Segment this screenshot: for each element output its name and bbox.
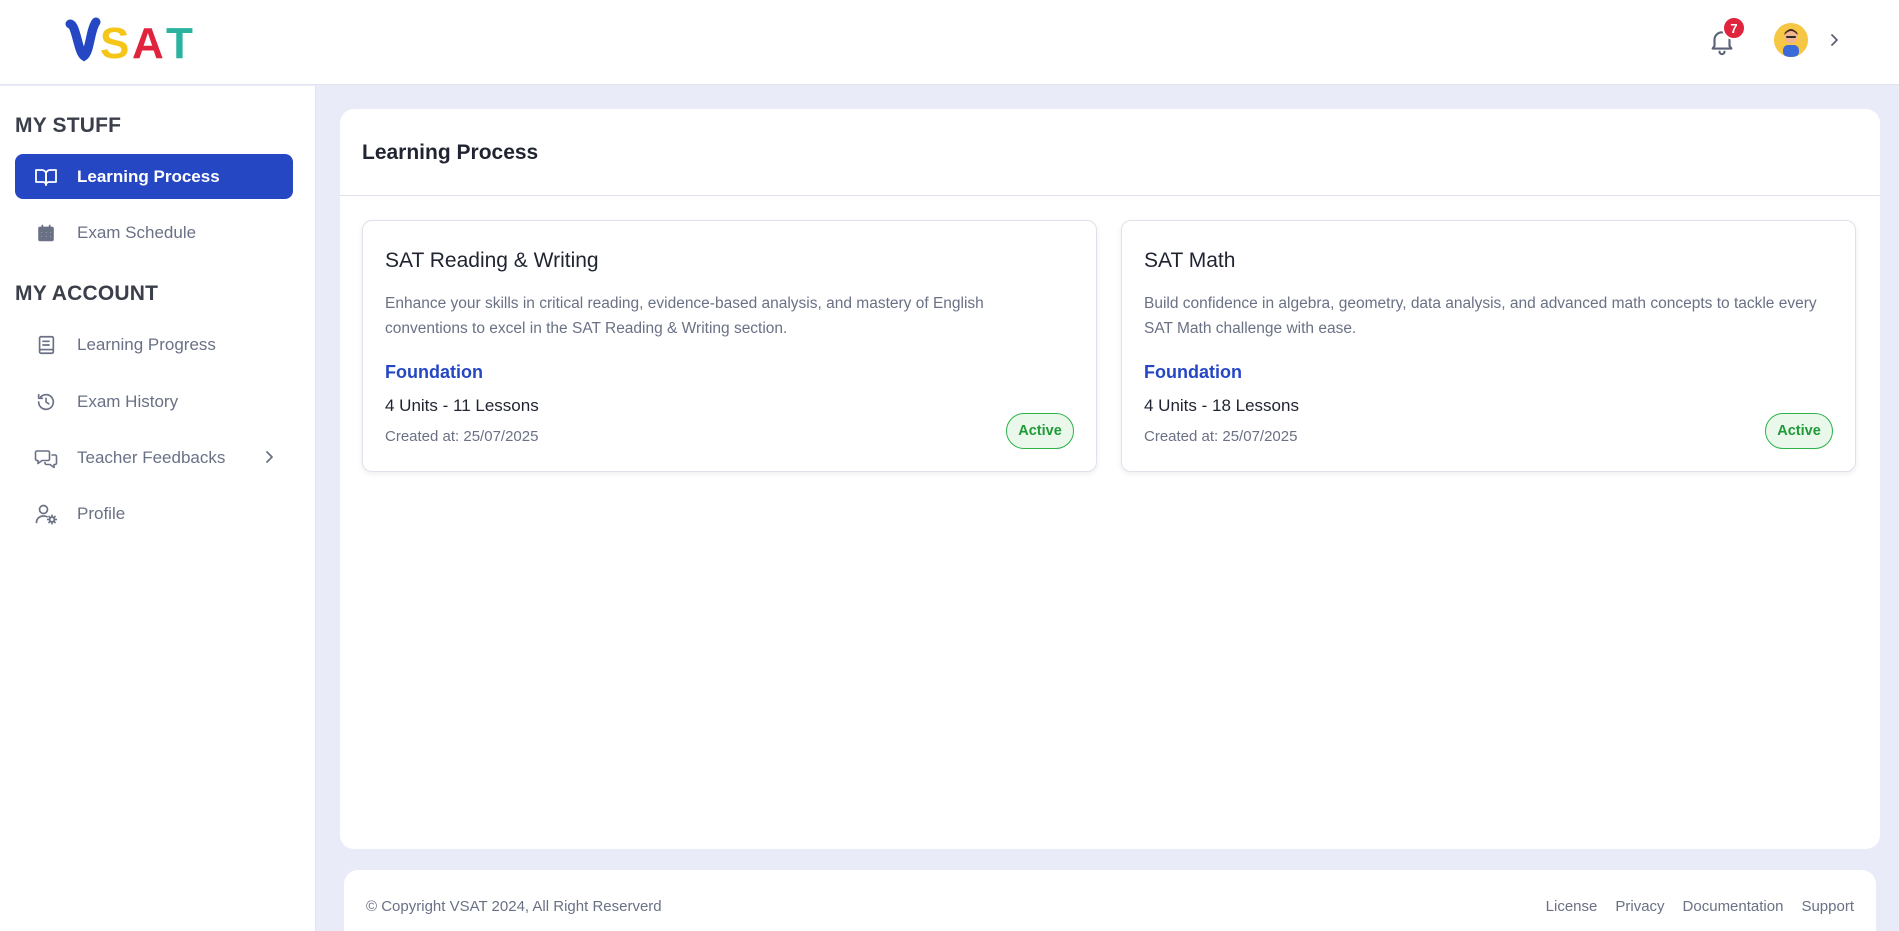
logo-wordmark: S A T: [65, 17, 193, 64]
course-units-lessons: 4 Units - 11 Lessons: [385, 396, 539, 415]
user-gear-icon: [33, 501, 59, 527]
footer: © Copyright VSAT 2024, All Right Reserve…: [344, 870, 1876, 931]
avatar[interactable]: [1774, 23, 1808, 57]
status-badge: Active: [1006, 413, 1074, 449]
status-badge: Active: [1765, 413, 1833, 449]
section-title-my-stuff: MY STUFF: [15, 114, 122, 137]
course-description: Build confidence in algebra, geometry, d…: [1144, 295, 1817, 337]
course-title: SAT Reading & Writing: [385, 249, 599, 272]
svg-text:A: A: [132, 19, 164, 64]
chevron-right-icon[interactable]: [259, 447, 279, 467]
notification-count-badge: 7: [1722, 16, 1746, 40]
course-level: Foundation: [385, 362, 483, 382]
sidebar-item-label: Profile: [77, 503, 126, 523]
sidebar-item-label: Learning Process: [77, 166, 220, 186]
footer-link-documentation[interactable]: Documentation: [1683, 898, 1784, 915]
chevron-right-icon[interactable]: [1824, 30, 1844, 50]
vsat-logo[interactable]: S A T: [62, 16, 212, 64]
course-units-lessons: 4 Units - 18 Lessons: [1144, 396, 1299, 415]
copyright-text: © Copyright VSAT 2024, All Right Reserve…: [366, 898, 662, 915]
footer-link-license[interactable]: License: [1546, 898, 1598, 915]
sidebar-item-label: Exam Schedule: [77, 222, 197, 242]
sidebar-item-learning-process[interactable]: Learning Process: [15, 154, 293, 199]
calendar-icon: [33, 220, 59, 246]
course-created-date: Created at: 25/07/2025: [385, 428, 539, 445]
svg-text:S: S: [100, 19, 129, 64]
divider: [340, 195, 1880, 196]
section-title-my-account: MY ACCOUNT: [15, 282, 159, 305]
sidebar-item-teacher-feedbacks[interactable]: Teacher Feedbacks: [15, 435, 293, 480]
footer-link-support[interactable]: Support: [1801, 898, 1854, 915]
top-bar: S A T 7: [0, 0, 1899, 85]
footer-link-privacy[interactable]: Privacy: [1615, 898, 1664, 915]
course-card-reading-writing[interactable]: SAT Reading & Writing Enhance your skill…: [362, 220, 1097, 472]
page-title: Learning Process: [362, 141, 539, 164]
course-description: Enhance your skills in critical reading,…: [385, 295, 984, 337]
sidebar-item-label: Teacher Feedbacks: [77, 447, 226, 467]
sidebar-item-exam-history[interactable]: Exam History: [15, 379, 293, 424]
sidebar-item-label: Learning Progress: [77, 334, 216, 354]
sidebar-item-profile[interactable]: Profile: [15, 491, 293, 536]
book-open-icon: [33, 164, 59, 190]
sidebar-item-learning-progress[interactable]: Learning Progress: [15, 322, 293, 367]
notebook-icon: [33, 332, 59, 358]
svg-text:T: T: [166, 19, 193, 64]
history-icon: [33, 389, 59, 415]
course-created-date: Created at: 25/07/2025: [1144, 428, 1298, 445]
sidebar: MY STUFF Learning Process Exam Schedule …: [0, 86, 316, 931]
course-title: SAT Math: [1144, 249, 1236, 272]
course-card-math[interactable]: SAT Math Build confidence in algebra, ge…: [1121, 220, 1856, 472]
sidebar-item-exam-schedule[interactable]: Exam Schedule: [15, 210, 293, 255]
sidebar-item-label: Exam History: [77, 391, 179, 411]
chat-bubbles-icon: [33, 445, 59, 471]
footer-links: License Privacy Documentation Support: [1546, 898, 1854, 915]
course-level: Foundation: [1144, 362, 1242, 382]
